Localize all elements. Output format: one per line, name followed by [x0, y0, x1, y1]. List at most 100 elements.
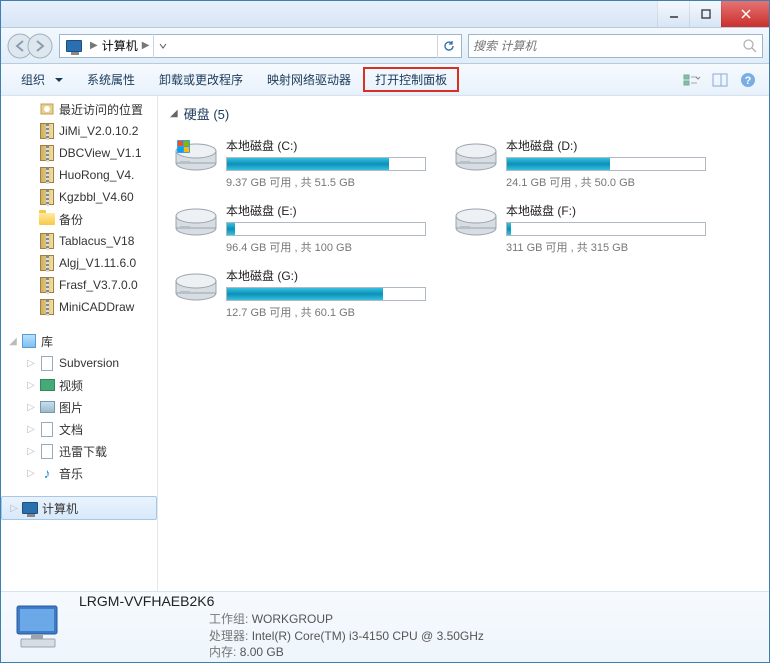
tree-libraries[interactable]: ◢库 — [1, 330, 157, 352]
tree-label: DBCView_V1.1 — [59, 146, 142, 160]
drive-item[interactable]: 本地磁盘 (E:) 96.4 GB 可用 , 共 100 GB — [170, 196, 450, 261]
minimize-button[interactable] — [657, 1, 689, 27]
expand-icon[interactable]: ▷ — [8, 502, 20, 514]
tree-lib-videos[interactable]: ▷视频 — [1, 374, 157, 396]
section-title: 硬盘 (5) — [184, 104, 230, 123]
tree-label: 文档 — [59, 421, 83, 438]
toolbar-organize[interactable]: 组织 — [9, 67, 75, 92]
tree-file-item[interactable]: MiniCADDraw — [1, 296, 157, 318]
tree-lib-subversion[interactable]: ▷ Subversion — [1, 352, 157, 374]
workgroup-label: 工作组: — [209, 612, 248, 626]
tree-file-item[interactable]: Tablacus_V18 — [1, 230, 157, 252]
cpu-label: 处理器: — [209, 629, 248, 643]
content-pane[interactable]: ◢ 硬盘 (5) 本地磁盘 (C:) 9.37 GB 可用 , 共 51.5 G… — [158, 96, 769, 591]
expand-icon[interactable]: ▷ — [25, 467, 37, 479]
archive-icon — [39, 123, 55, 139]
picture-icon — [39, 399, 55, 415]
svg-text:?: ? — [745, 75, 752, 87]
tree-recent-places[interactable]: 最近访问的位置 — [1, 98, 157, 120]
refresh-button[interactable] — [437, 34, 459, 58]
drive-name: 本地磁盘 (F:) — [506, 202, 726, 219]
toolbar-open-control-panel[interactable]: 打开控制面板 — [363, 67, 459, 92]
tree-file-item[interactable]: Frasf_V3.7.0.0 — [1, 274, 157, 296]
drive-usage-bar — [506, 222, 706, 236]
tree-file-item[interactable]: DBCView_V1.1 — [1, 142, 157, 164]
view-options-button[interactable] — [679, 69, 705, 91]
drive-item[interactable]: 本地磁盘 (G:) 12.7 GB 可用 , 共 60.1 GB — [170, 261, 450, 326]
tree-lib-pictures[interactable]: ▷图片 — [1, 396, 157, 418]
folder-icon — [39, 211, 55, 227]
tree-folder-backup[interactable]: 备份 — [1, 208, 157, 230]
tree-label: Frasf_V3.7.0.0 — [59, 278, 138, 292]
section-header-drives[interactable]: ◢ 硬盘 (5) — [170, 104, 757, 123]
tree-label: HuoRong_V4. — [59, 168, 134, 182]
drive-usage-text: 96.4 GB 可用 , 共 100 GB — [226, 239, 446, 255]
drive-usage-bar — [506, 157, 706, 171]
computer-large-icon — [11, 602, 65, 652]
tree-label: Tablacus_V18 — [59, 234, 134, 248]
drive-name: 本地磁盘 (G:) — [226, 267, 446, 284]
expand-icon[interactable]: ◢ — [7, 335, 19, 347]
search-icon — [742, 38, 758, 54]
search-box[interactable] — [468, 34, 763, 58]
tree-file-item[interactable]: HuoRong_V4. — [1, 164, 157, 186]
address-bar[interactable]: ▶ 计算机 ▶ — [59, 34, 462, 58]
drive-item[interactable]: 本地磁盘 (D:) 24.1 GB 可用 , 共 50.0 GB — [450, 131, 730, 196]
collapse-icon[interactable]: ◢ — [170, 108, 178, 119]
expand-icon[interactable]: ▷ — [25, 401, 37, 413]
breadcrumb-location[interactable]: 计算机 — [102, 37, 138, 54]
tree-label: MiniCADDraw — [59, 300, 134, 314]
toolbar-map-network-drive[interactable]: 映射网络驱动器 — [255, 67, 363, 92]
search-input[interactable] — [473, 39, 742, 53]
drive-name: 本地磁盘 (C:) — [226, 137, 446, 154]
drive-icon — [174, 267, 218, 303]
tree-label: 备份 — [59, 211, 83, 228]
drive-usage-text: 12.7 GB 可用 , 共 60.1 GB — [226, 304, 446, 320]
archive-icon — [39, 189, 55, 205]
tree-label: Subversion — [59, 356, 119, 370]
navigation-bar: ▶ 计算机 ▶ — [1, 28, 769, 64]
tree-file-item[interactable]: Kgzbbl_V4.60 — [1, 186, 157, 208]
expand-icon[interactable]: ▷ — [25, 445, 37, 457]
preview-pane-button[interactable] — [707, 69, 733, 91]
tree-label: Kgzbbl_V4.60 — [59, 190, 134, 204]
archive-icon — [39, 233, 55, 249]
help-button[interactable]: ? — [735, 69, 761, 91]
breadcrumb-sep-icon[interactable]: ▶ — [138, 40, 154, 51]
tree-file-item[interactable]: JiMi_V2.0.10.2 — [1, 120, 157, 142]
expand-icon[interactable]: ▷ — [25, 379, 37, 391]
drive-usage-bar — [226, 222, 426, 236]
navigation-tree[interactable]: 最近访问的位置 JiMi_V2.0.10.2 DBCView_V1.1 HuoR… — [1, 96, 158, 591]
address-history-dropdown[interactable] — [153, 34, 171, 58]
drive-icon — [454, 137, 498, 173]
archive-icon — [39, 277, 55, 293]
drive-usage-bar — [226, 157, 426, 171]
archive-icon — [39, 299, 55, 315]
nav-back-forward[interactable] — [7, 31, 53, 61]
toolbar-system-properties[interactable]: 系统属性 — [75, 67, 147, 92]
drive-item[interactable]: 本地磁盘 (C:) 9.37 GB 可用 , 共 51.5 GB — [170, 131, 450, 196]
toolbar-uninstall-programs[interactable]: 卸载或更改程序 — [147, 67, 255, 92]
main-area: 最近访问的位置 JiMi_V2.0.10.2 DBCView_V1.1 HuoR… — [1, 96, 769, 591]
drive-icon — [454, 202, 498, 238]
drive-usage-text: 24.1 GB 可用 , 共 50.0 GB — [506, 174, 726, 190]
tree-computer[interactable]: ▷计算机 — [1, 496, 157, 520]
drive-icon — [174, 137, 218, 173]
video-icon — [39, 377, 55, 393]
expand-icon[interactable]: ▷ — [25, 423, 37, 435]
drive-usage-bar — [226, 287, 426, 301]
document-icon — [39, 421, 55, 437]
cpu-value: Intel(R) Core(TM) i3-4150 CPU @ 3.50GHz — [252, 629, 484, 643]
close-button[interactable] — [721, 1, 769, 27]
tree-label: Algj_V1.11.6.0 — [59, 256, 136, 270]
drive-item[interactable]: 本地磁盘 (F:) 311 GB 可用 , 共 315 GB — [450, 196, 730, 261]
tree-lib-music[interactable]: ▷♪音乐 — [1, 462, 157, 484]
tree-file-item[interactable]: Algj_V1.11.6.0 — [1, 252, 157, 274]
expand-icon[interactable]: ▷ — [25, 357, 37, 369]
tree-lib-documents[interactable]: ▷ 文档 — [1, 418, 157, 440]
music-icon: ♪ — [39, 465, 55, 481]
tree-lib-thunder[interactable]: ▷迅雷下载 — [1, 440, 157, 462]
maximize-button[interactable] — [689, 1, 721, 27]
drive-name: 本地磁盘 (D:) — [506, 137, 726, 154]
computer-icon — [22, 500, 38, 516]
